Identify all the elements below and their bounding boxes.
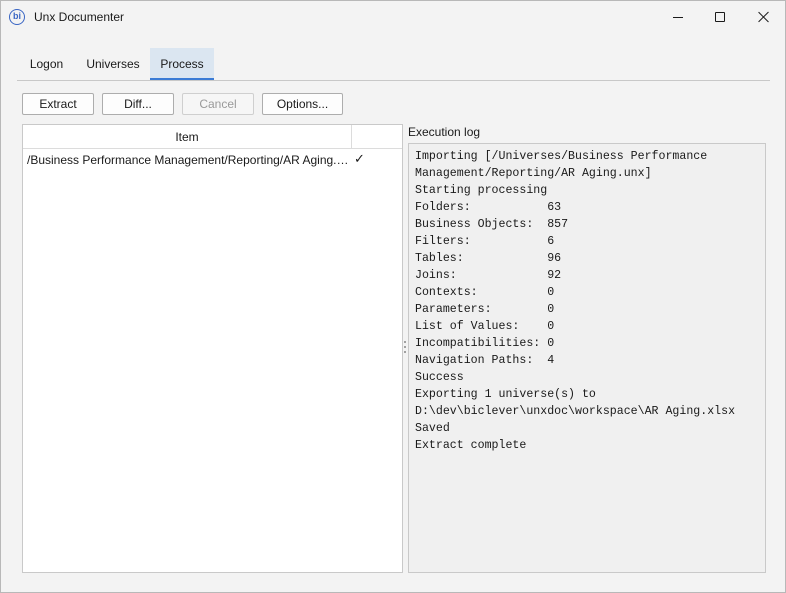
window-title: Unx Documenter (34, 10, 125, 24)
log-line: Folders: 63 (415, 201, 562, 214)
options-button[interactable]: Options... (262, 93, 343, 115)
log-line: Filters: 6 (415, 235, 555, 248)
close-button[interactable] (741, 1, 786, 33)
items-list[interactable]: Item /Business Performance Management/Re… (22, 124, 403, 573)
log-line: Exporting 1 universe(s) to (415, 388, 596, 401)
app-window: bi Unx Documenter Logon Universes Proces… (0, 0, 786, 593)
diff-button[interactable]: Diff... (102, 93, 174, 115)
log-line: Navigation Paths: 4 (415, 354, 555, 367)
tab-universes[interactable]: Universes (78, 48, 148, 80)
item-path: /Business Performance Management/Reporti… (27, 153, 349, 167)
log-line: Contexts: 0 (415, 286, 555, 299)
log-line: Extract complete (415, 439, 527, 452)
check-icon: ✓ (354, 152, 365, 167)
log-line: D:\dev\biclever\unxdoc\workspace\AR Agin… (415, 405, 736, 418)
log-line: Importing [/Universes/Business Performan… (415, 150, 708, 163)
execution-log-label: Execution log (408, 125, 481, 139)
table-row[interactable]: /Business Performance Management/Reporti… (23, 150, 402, 170)
close-icon (758, 11, 770, 23)
log-line: Tables: 96 (415, 252, 562, 265)
log-line: Success (415, 371, 464, 384)
log-line: Business Objects: 857 (415, 218, 569, 231)
log-line: Parameters: 0 (415, 303, 555, 316)
column-header-status[interactable] (352, 125, 402, 149)
log-line: Saved (415, 422, 450, 435)
splitter-handle[interactable] (403, 341, 407, 357)
log-line: Joins: 92 (415, 269, 562, 282)
tab-process[interactable]: Process (150, 48, 214, 81)
log-line: Starting processing (415, 184, 548, 197)
log-line: Management/Reporting/AR Aging.unx] (415, 167, 652, 180)
bi-logo-icon: bi (9, 9, 25, 25)
minimize-button[interactable] (655, 1, 701, 33)
title-bar: bi Unx Documenter (1, 1, 785, 33)
minimize-icon (673, 16, 683, 18)
log-line: List of Values: 0 (415, 320, 555, 333)
tab-logon[interactable]: Logon (17, 48, 76, 80)
cancel-button[interactable]: Cancel (182, 93, 254, 115)
column-header-item[interactable]: Item (23, 125, 352, 149)
tab-divider (17, 80, 770, 81)
maximize-button[interactable] (697, 1, 743, 33)
extract-button[interactable]: Extract (22, 93, 94, 115)
execution-log[interactable]: Importing [/Universes/Business Performan… (408, 143, 766, 573)
maximize-icon (715, 12, 725, 22)
items-header: Item (23, 125, 402, 149)
log-line: Incompatibilities: 0 (415, 337, 555, 350)
